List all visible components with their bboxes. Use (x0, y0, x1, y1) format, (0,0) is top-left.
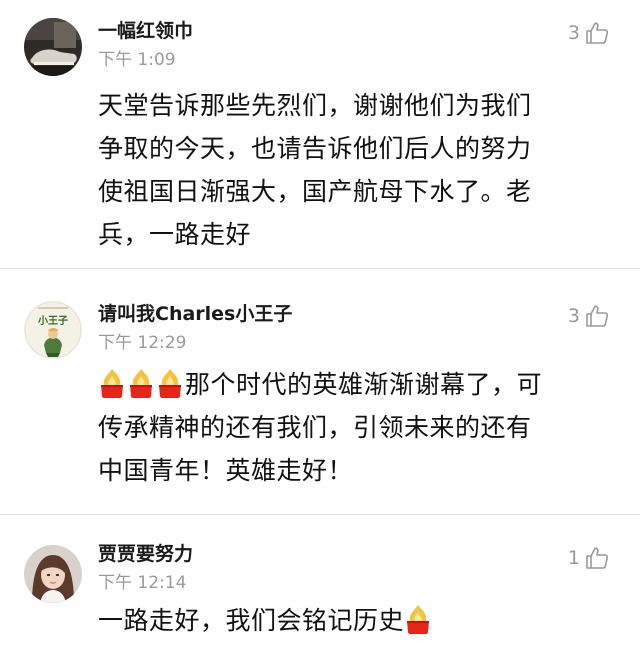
comment-line: 中国青年！英雄走好！ (98, 456, 354, 485)
thumbs-up-icon (584, 20, 610, 46)
like-button[interactable]: 3 (568, 20, 610, 46)
comment-line: 争取的今天，也请告诉他们后人的努力 (98, 134, 532, 163)
timestamp: 下午 1:09 (98, 50, 176, 70)
candle-flame-icon (404, 604, 432, 634)
little-prince-avatar (24, 301, 82, 359)
candle-flame-icon (127, 368, 155, 398)
timestamp: 下午 12:29 (98, 333, 187, 353)
comment-text: 一路走好，我们会铭记历史 (98, 599, 620, 642)
avatar[interactable] (24, 545, 82, 603)
comment-line-text: 一路走好，我们会铭记历史 (98, 606, 405, 635)
username[interactable]: 贾贾要努力 (98, 515, 620, 567)
comment-line-text: 那个时代的英雄渐渐谢幕了，可 (185, 370, 543, 399)
thumbs-up-icon (584, 545, 610, 571)
candle-flame-icon (98, 368, 126, 398)
candle-flame-icon (156, 368, 184, 398)
timestamp: 下午 12:14 (98, 573, 187, 593)
like-count: 3 (567, 22, 580, 44)
comment-text: 那个时代的英雄渐渐谢幕了，可 传承精神的还有我们，引领未来的还有 中国青年！英雄… (98, 363, 620, 492)
like-count: 3 (567, 305, 580, 327)
comment-line: 那个时代的英雄渐渐谢幕了，可 (98, 363, 620, 406)
girl-photo-avatar (24, 545, 82, 603)
comment-line: 天堂告诉那些先烈们，谢谢他们为我们 (98, 91, 532, 120)
comment-line: 使祖国日渐强大，国产航母下水了。老 (98, 177, 532, 206)
username[interactable]: 一幅红领巾 (98, 0, 620, 44)
comment-line: 兵，一路走好 (98, 220, 252, 249)
comment-item: 贾贾要努力 下午 12:14 1 一路走好，我们会铭记历史 (0, 514, 640, 671)
comment-text: 天堂告诉那些先烈们，谢谢他们为我们 争取的今天，也请告诉他们后人的努力 使祖国日… (98, 84, 620, 256)
like-count: 1 (567, 547, 580, 569)
avatar[interactable] (24, 18, 82, 76)
comment-line: 一路走好，我们会铭记历史 (98, 599, 620, 642)
like-button[interactable]: 3 (568, 303, 610, 329)
comment-item: 一幅红领巾 下午 1:09 3 天堂告诉那些先烈们，谢谢他们为我们 争取的今天，… (0, 0, 640, 268)
like-button[interactable]: 1 (568, 545, 610, 571)
avatar-caption: 小王子 (38, 316, 68, 327)
thumbs-up-icon (584, 303, 610, 329)
comment-line: 传承精神的还有我们，引领未来的还有 (98, 413, 532, 442)
sneaker-photo-avatar (24, 18, 82, 76)
comment-item: 小王子 请叫我Charles小王子 下午 12:29 3 那个时代的英雄渐渐谢幕… (0, 268, 640, 514)
username[interactable]: 请叫我Charles小王子 (98, 269, 620, 327)
avatar[interactable]: 小王子 (24, 301, 82, 359)
